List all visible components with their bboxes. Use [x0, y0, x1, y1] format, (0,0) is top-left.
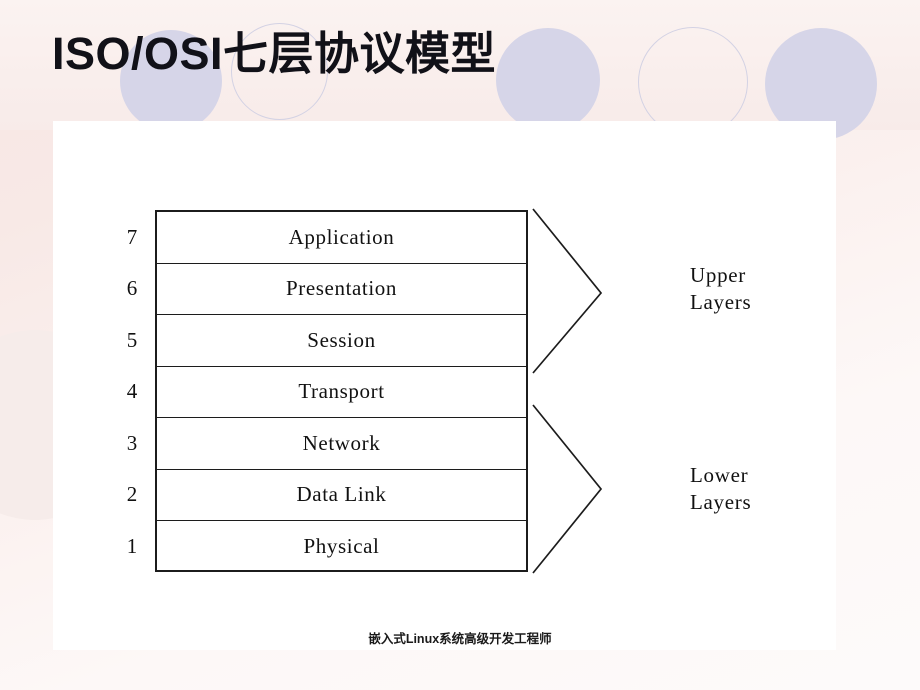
upper-bracket-icon [532, 208, 603, 374]
osi-layer-row: 7 Application [127, 212, 526, 264]
osi-layer-row: 3 Network [127, 418, 526, 470]
layer-number: 6 [126, 276, 138, 301]
osi-layer-stack: 7 Application 6 Presentation 5 Session 4… [127, 210, 528, 573]
group-brackets [532, 208, 603, 574]
layer-name: Physical [303, 534, 380, 559]
lower-layers-label: Lower Layers [690, 463, 752, 514]
layer-number: 4 [126, 379, 138, 404]
osi-layer-row: 2 Data Link [127, 470, 526, 521]
layer-number: 1 [126, 534, 138, 559]
slide-canvas: ISO/OSI七层协议模型 7 Application 6 Presentati… [0, 0, 920, 690]
slide-footer: 嵌入式Linux系统高级开发工程师 [368, 632, 552, 646]
osi-layer-row: 1 Physical [127, 521, 526, 573]
content-panel: 7 Application 6 Presentation 5 Session 4… [53, 121, 836, 650]
layer-name: Presentation [285, 276, 397, 301]
layer-name: Network [302, 430, 381, 455]
layer-name: Transport [298, 379, 385, 404]
layer-name: Data Link [296, 482, 387, 507]
layer-number: 2 [126, 482, 138, 507]
layer-name: Session [307, 327, 376, 352]
lower-bracket-icon [532, 404, 603, 574]
osi-layer-row: 4 Transport [127, 367, 526, 418]
page-title: ISO/OSI七层协议模型 [52, 28, 497, 79]
upper-layers-label: Upper Layers [690, 263, 752, 314]
layer-number: 3 [126, 430, 138, 455]
osi-layer-row: 6 Presentation [127, 264, 526, 315]
decorative-circle-2 [496, 28, 600, 132]
osi-layer-row: 5 Session [127, 315, 526, 367]
layer-number: 5 [126, 327, 138, 352]
layer-name: Application [288, 224, 395, 249]
layer-number: 7 [126, 224, 138, 249]
